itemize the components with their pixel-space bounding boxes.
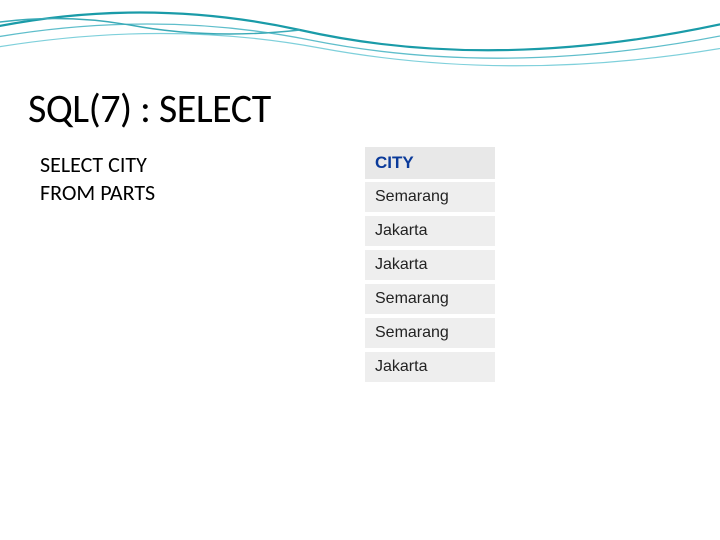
body-area: SELECT CITY FROM PARTS CITY Semarang Jak… xyxy=(0,147,720,386)
table-header-city: CITY xyxy=(365,147,495,182)
result-table: CITY Semarang Jakarta Jakarta Semarang S… xyxy=(365,147,495,386)
table-row: Jakarta xyxy=(365,216,495,250)
slide-content: SQL(7) : SELECT SELECT CITY FROM PARTS C… xyxy=(0,80,720,540)
sql-line-2: FROM PARTS xyxy=(40,179,365,207)
sql-line-1: SELECT CITY xyxy=(40,151,365,179)
table-row: Semarang xyxy=(365,318,495,352)
table-row: Semarang xyxy=(365,182,495,216)
table-row: Jakarta xyxy=(365,352,495,386)
table-row: Semarang xyxy=(365,284,495,318)
sql-query-block: SELECT CITY FROM PARTS xyxy=(40,147,365,386)
slide-title: SQL(7) : SELECT xyxy=(0,80,720,147)
decorative-wave xyxy=(0,0,720,90)
table-row: Jakarta xyxy=(365,250,495,284)
